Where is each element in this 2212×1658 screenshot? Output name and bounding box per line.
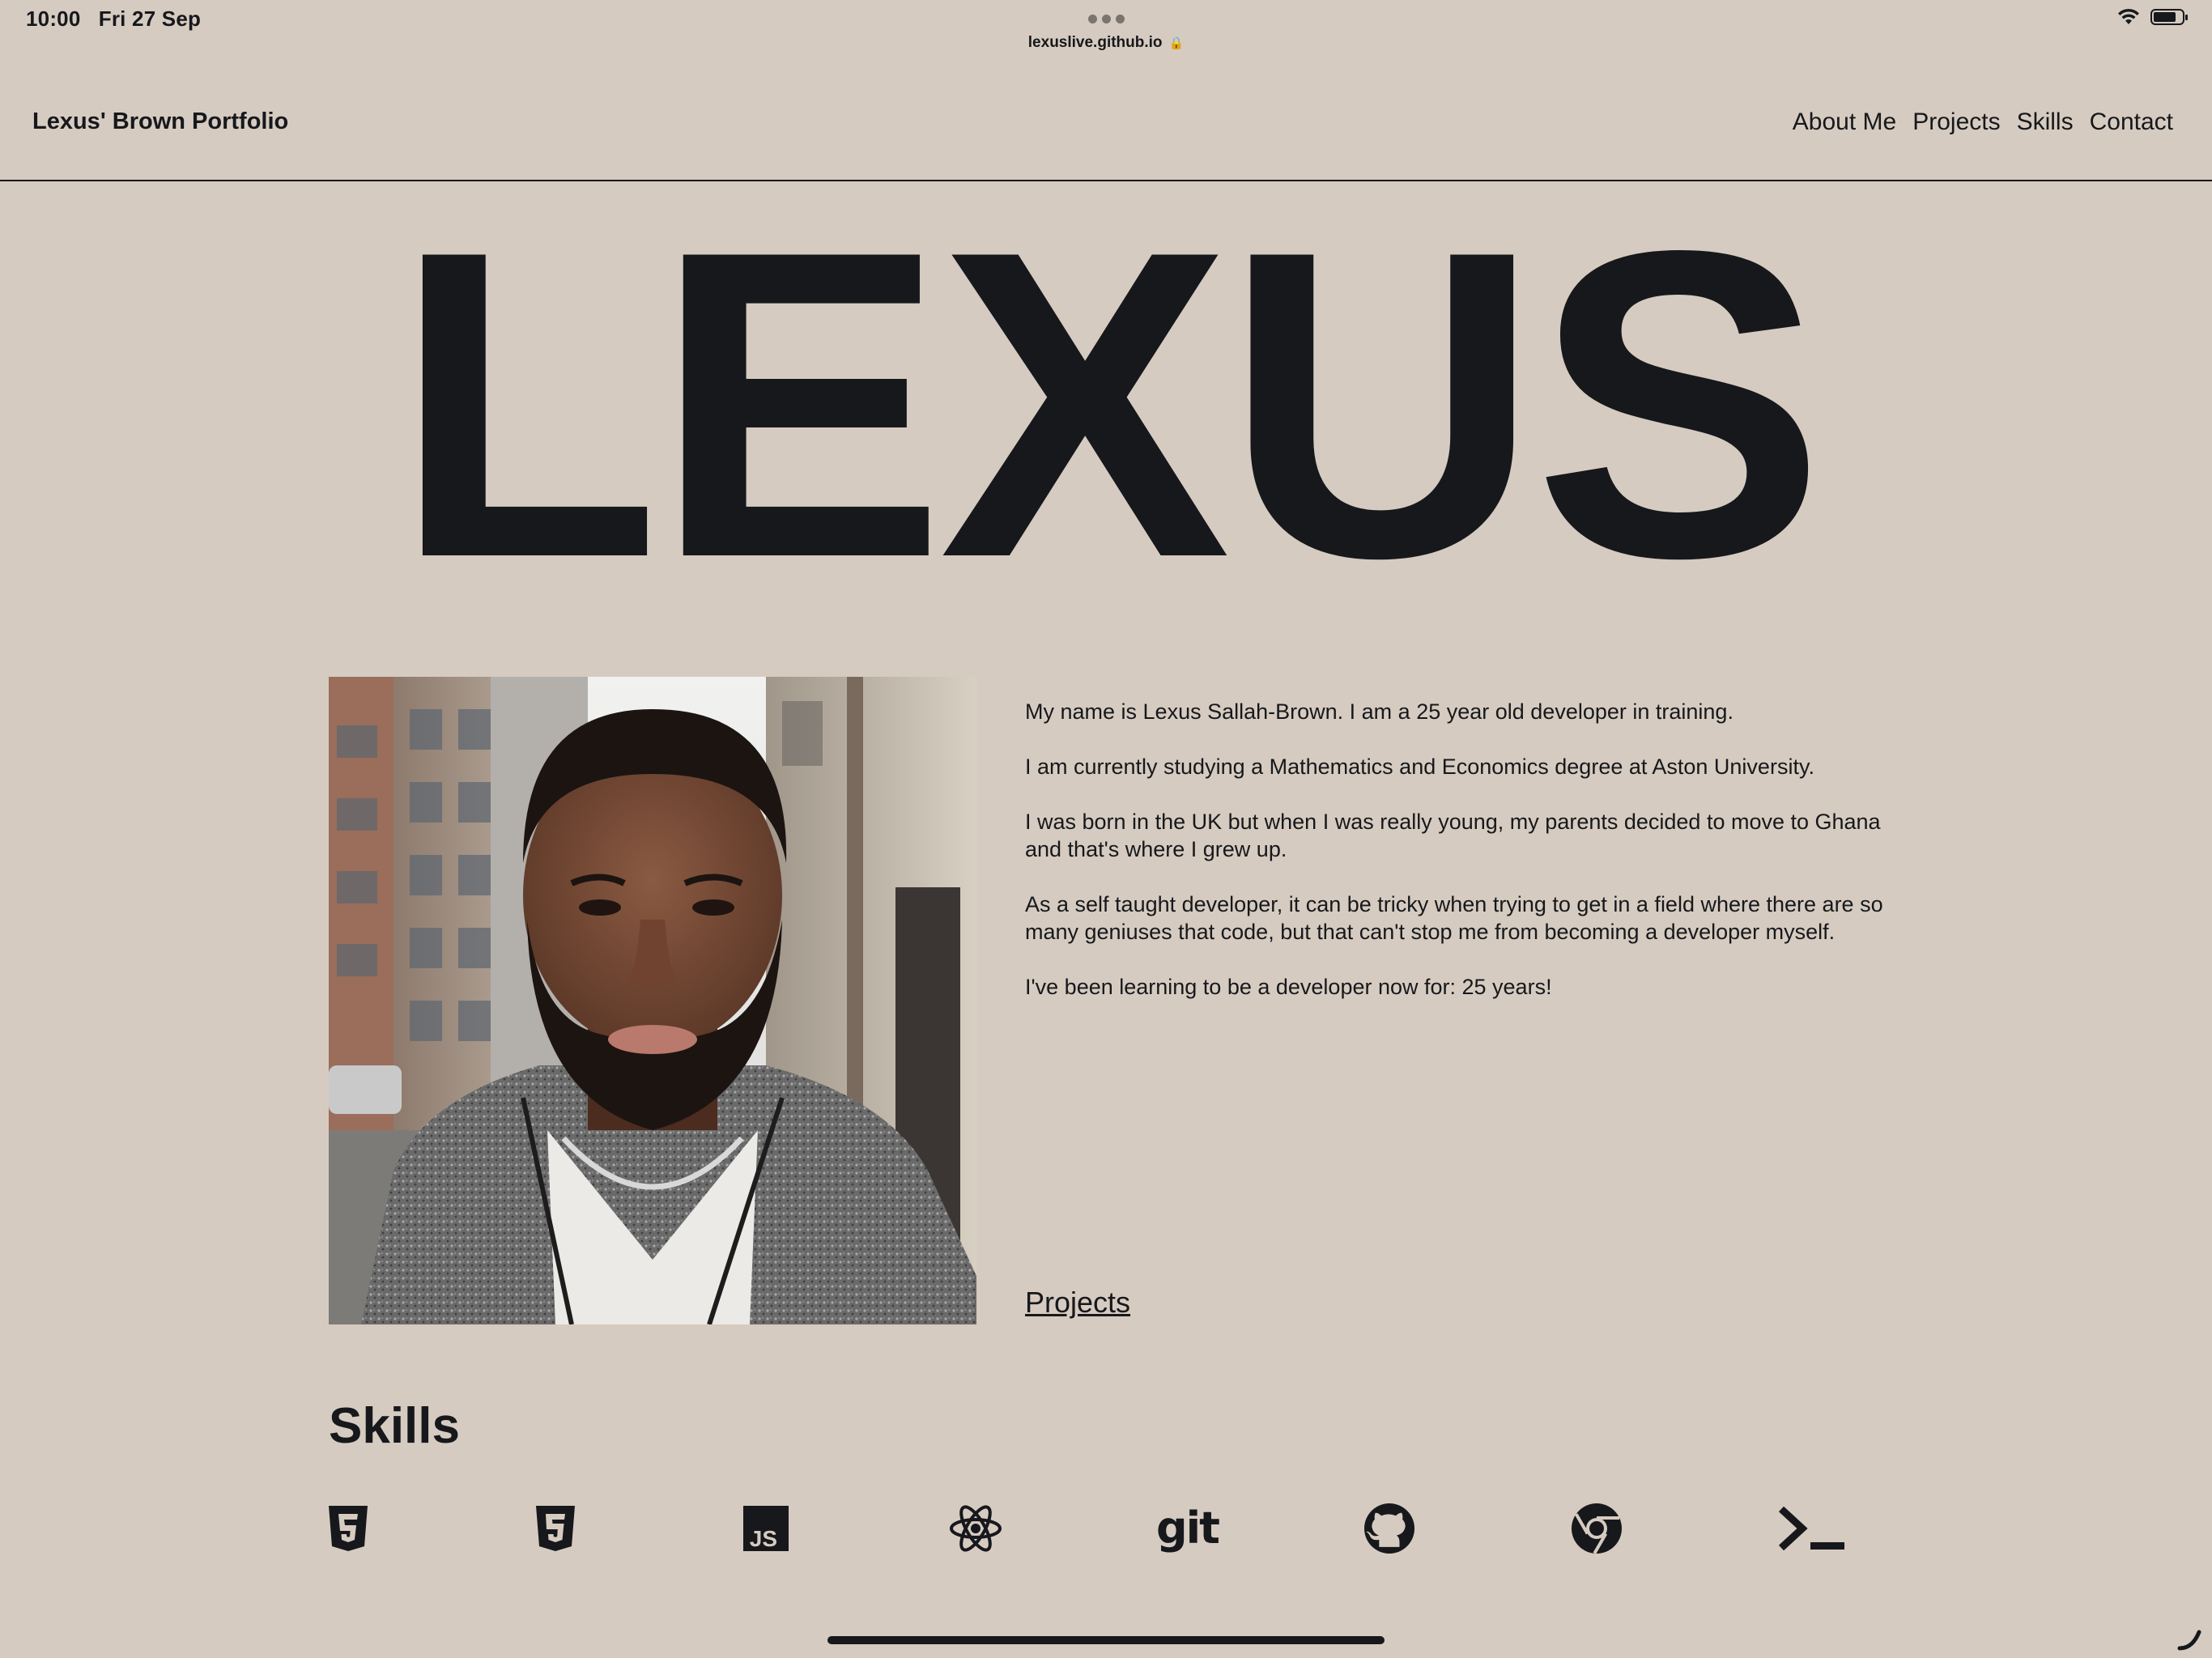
- main-nav: About Me Projects Skills Contact: [1793, 108, 2173, 136]
- multitasking-dots-icon[interactable]: [1088, 15, 1125, 23]
- about-paragraph: I've been learning to be a developer now…: [1025, 975, 1552, 999]
- terminal-icon: [1778, 1503, 1846, 1554]
- resize-handle-icon[interactable]: [2176, 1624, 2204, 1652]
- javascript-icon: JS: [743, 1503, 789, 1554]
- skills-heading: Skills: [329, 1398, 460, 1454]
- wifi-icon: [2118, 8, 2139, 24]
- about-paragraph: My name is Lexus Sallah-Brown. I am a 25…: [1025, 699, 1733, 724]
- status-time: 10:00: [26, 6, 81, 31]
- about-paragraph: I am currently studying a Mathematics an…: [1025, 755, 1814, 779]
- url-text: lexuslive.github.io: [1027, 34, 1163, 51]
- react-icon: [949, 1503, 1002, 1554]
- nav-link-skills[interactable]: Skills: [2017, 108, 2074, 136]
- git-label: git: [1156, 1503, 1220, 1554]
- site-brand[interactable]: Lexus' Brown Portfolio: [32, 108, 288, 135]
- js-label: JS: [750, 1526, 777, 1551]
- chrome-icon: [1571, 1503, 1623, 1554]
- nav-link-about-me[interactable]: About Me: [1793, 108, 1896, 136]
- about-paragraph: As a self taught developer, it can be tr…: [1025, 892, 1883, 944]
- git-icon: git: [1156, 1503, 1220, 1554]
- page: 10:00 Fri 27 Sep lexuslive.github.io 🔒 Le…: [0, 0, 2212, 1658]
- status-bar-time: 10:00 Fri 27 Sep: [26, 6, 201, 32]
- battery-icon: [2150, 9, 2188, 25]
- about-paragraph: I was born in the UK but when I was real…: [1025, 810, 1881, 861]
- hero-title: LEXUS: [393, 160, 1825, 648]
- github-icon: [1363, 1503, 1415, 1554]
- address-bar[interactable]: lexuslive.github.io 🔒: [0, 34, 2212, 52]
- projects-link[interactable]: Projects: [1025, 1286, 1130, 1320]
- status-date: Fri 27 Sep: [98, 6, 202, 31]
- profile-photo: [329, 677, 976, 1324]
- css3-icon: [534, 1503, 576, 1554]
- status-indicators: [2116, 8, 2188, 26]
- nav-link-projects[interactable]: Projects: [1912, 108, 2000, 136]
- lock-icon: 🔒: [1168, 36, 1185, 50]
- about-section: My name is Lexus Sallah-Brown. I am a 25…: [1025, 698, 1891, 1028]
- home-indicator[interactable]: [827, 1636, 1385, 1644]
- nav-link-contact[interactable]: Contact: [2090, 108, 2173, 136]
- html5-icon: [327, 1503, 369, 1554]
